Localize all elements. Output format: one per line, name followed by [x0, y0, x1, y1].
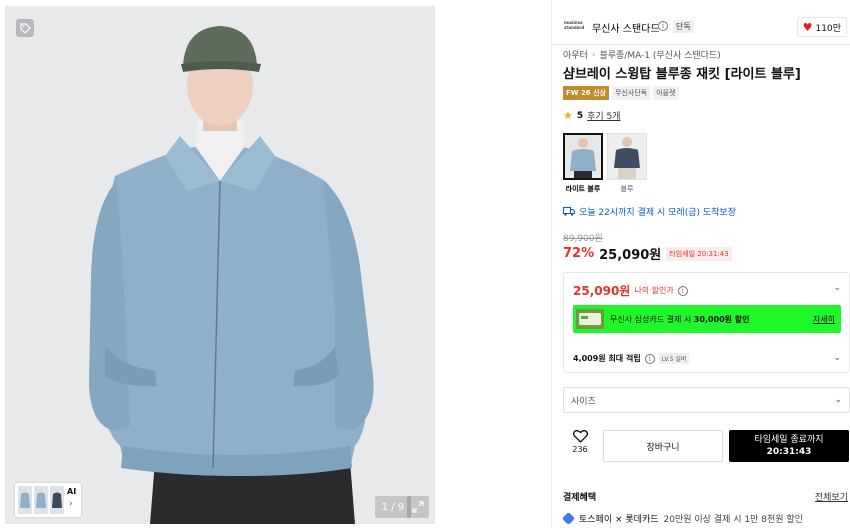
- payment-benefits-title: 결제혜택: [563, 493, 597, 503]
- expand-icon[interactable]: [407, 496, 429, 518]
- credit-card-icon: [576, 309, 604, 329]
- heart-icon: ♥: [802, 20, 813, 34]
- color-option-blue[interactable]: 블루: [607, 133, 647, 194]
- tag-icon[interactable]: [16, 19, 34, 37]
- buy-button-countdown: 20:31:43: [766, 447, 812, 457]
- ai-fitting-thumbnail[interactable]: AI ›: [15, 483, 81, 517]
- product-tags: FW 26 신상 무신사단독 아울렛: [563, 86, 679, 100]
- breadcrumb-item-outer[interactable]: 아우터: [563, 48, 588, 61]
- color-options: 라이트 블루 블루: [563, 133, 647, 194]
- ai-label: AI: [67, 487, 77, 496]
- purchase-actions: 236 장바구니 타임세일 종료까지 20:31:43: [563, 430, 850, 462]
- product-like-count: 236: [572, 445, 588, 454]
- size-placeholder: 사이즈: [571, 396, 596, 407]
- card-promo-details-link[interactable]: 자세히: [813, 314, 835, 325]
- brand-logo[interactable]: musinsa standard: [564, 20, 584, 30]
- chevron-down-icon: ⌄: [834, 395, 842, 405]
- color-label: 라이트 블루: [565, 185, 601, 193]
- points-row[interactable]: 4,009원 최대 적립 i LV.5 실버: [573, 353, 690, 364]
- tag-new-season: FW 26 신상: [563, 86, 609, 100]
- rating-row: ★ 5 후기 5개: [563, 109, 621, 122]
- star-icon: ★: [563, 109, 573, 122]
- color-thumb-light-blue: [563, 133, 603, 180]
- image-page-counter: 1 / 9: [375, 496, 411, 518]
- color-option-light-blue[interactable]: 라이트 블루: [563, 133, 603, 194]
- tosspay-icon: [561, 511, 576, 526]
- truck-icon: [563, 207, 575, 216]
- tag-outlet: 아울렛: [653, 86, 679, 100]
- payment-benefit-name: 토스페이 × 롯데카드: [579, 515, 659, 525]
- chevron-right-icon: ›: [69, 499, 73, 509]
- brand-row: musinsa standard 무신사 스탠다드 i 단독 ♥ 110만: [552, 9, 850, 45]
- review-link[interactable]: 후기 5개: [587, 109, 620, 122]
- my-discount-label: 나의 할인가: [634, 286, 674, 295]
- brand-like-button[interactable]: ♥ 110만: [796, 17, 847, 37]
- brand-like-count: 110만: [815, 23, 841, 34]
- product-image-gallery[interactable]: AI › 1 / 9: [5, 6, 435, 524]
- breadcrumb-item-blouson[interactable]: 블루종/MA-1 (무신사 스탠다드): [599, 48, 720, 61]
- tag-glyph-icon: [19, 22, 31, 34]
- brand-name-link[interactable]: 무신사 스탠다드: [592, 20, 660, 35]
- info-icon[interactable]: i: [677, 285, 688, 296]
- chevron-down-icon[interactable]: ⌄: [833, 283, 841, 293]
- timesale-badge: 타임세일 20:31:43: [666, 246, 732, 261]
- delivery-guarantee: 오늘 22시까지 결제 시 모레(금) 도착보장: [563, 205, 736, 218]
- tag-exclusive: 무신사단독: [612, 86, 651, 100]
- delivery-text: 오늘 22시까지 결제 시 모레(금) 도착보장: [579, 208, 736, 218]
- chevron-right-icon: ›: [591, 49, 596, 60]
- original-price: 89,900원: [563, 234, 603, 244]
- chevron-down-icon[interactable]: ⌄: [833, 353, 841, 363]
- payment-benefit-row[interactable]: 토스페이 × 롯데카드 20만원 이상 결제 시 1만 8천원 할인: [561, 511, 803, 526]
- my-discount-price: 25,090원: [573, 284, 631, 298]
- mini-thumbnails-icon: [18, 486, 64, 514]
- benefit-box: 25,090원 나의 할인가 i ⌄ 무신사 삼성카드 결제 시 30,000원…: [563, 272, 850, 373]
- points-text: 4,009원 최대 적립: [573, 354, 641, 363]
- card-promo-text: 무신사 삼성카드 결제 시 30,000원 할인: [610, 314, 750, 324]
- info-icon[interactable]: i: [644, 353, 655, 364]
- buy-button-label: 타임세일 종료까지: [754, 435, 824, 445]
- member-level-badge: LV.5 실버: [658, 353, 690, 364]
- product-main-photo: [5, 6, 435, 524]
- payment-benefit-detail: 20만원 이상 결제 시 1만 8천원 할인: [663, 515, 803, 525]
- payment-view-all-link[interactable]: 전체보기: [815, 490, 848, 503]
- product-info-panel: musinsa standard 무신사 스탠다드 i 단독 ♥ 110만 아우…: [551, 0, 850, 528]
- my-price-row[interactable]: 25,090원 나의 할인가 i: [573, 282, 688, 299]
- product-like-button[interactable]: 236: [563, 430, 597, 462]
- buy-now-button[interactable]: 타임세일 종료까지 20:31:43: [729, 430, 849, 462]
- size-select[interactable]: 사이즈 ⌄: [563, 387, 850, 413]
- sale-price: 25,090원: [599, 248, 662, 263]
- price-row: 72% 25,090원 타임세일 20:31:43: [563, 244, 732, 263]
- rating-score: 5: [576, 110, 584, 121]
- card-promo-banner[interactable]: 무신사 삼성카드 결제 시 30,000원 할인 자세히: [573, 305, 841, 333]
- exclusive-badge: 단독: [673, 20, 694, 33]
- color-label: 블루: [620, 185, 634, 193]
- expand-arrows-icon: [412, 501, 424, 513]
- color-thumb-blue: [607, 133, 647, 180]
- heart-outline-icon: [572, 430, 588, 443]
- breadcrumb: 아우터 › 블루종/MA-1 (무신사 스탠다드): [563, 48, 721, 62]
- product-title: 샴브레이 스윙탑 블루종 재킷 [라이트 블루]: [563, 67, 801, 82]
- discount-rate: 72%: [563, 246, 595, 261]
- add-to-cart-button[interactable]: 장바구니: [603, 430, 723, 462]
- info-icon[interactable]: i: [658, 21, 668, 31]
